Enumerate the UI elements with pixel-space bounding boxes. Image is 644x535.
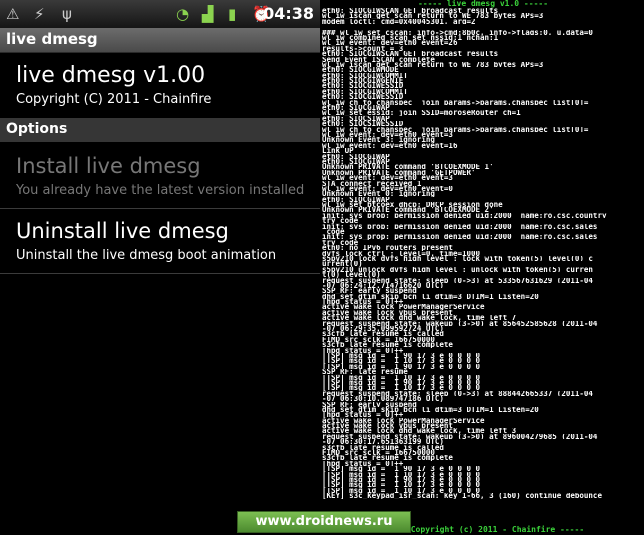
options-section-label: Options xyxy=(6,121,68,137)
log-line: init: sys_prop: permission denied uid:20… xyxy=(322,234,598,240)
log-line: [KEY] s3c_keypad_isr_scan: key 1-66, 3 (… xyxy=(322,493,602,499)
battery-icon: ▮ xyxy=(228,5,237,23)
log-line: init: sys_prop: permission denied uid:20… xyxy=(322,223,598,230)
wifi-icon: ◔ xyxy=(176,5,190,23)
app-screen: ⚠ ⚡ ψ ◔ ▟ ▮ ⏰ 04:38 live dmesg live dmes… xyxy=(0,0,320,535)
uninstall-option[interactable]: Uninstall live dmesg Uninstall the live … xyxy=(0,209,320,273)
status-bar: ⚠ ⚡ ψ ◔ ▟ ▮ ⏰ 04:38 xyxy=(0,0,320,28)
app-titlebar: live dmesg xyxy=(0,28,320,53)
uninstall-option-summary: Uninstall the live dmesg boot animation xyxy=(16,248,277,263)
log-line: init: sys_prop: permission denied uid:20… xyxy=(322,212,607,219)
usb-icon: ψ xyxy=(62,5,72,23)
install-option-title: Install live dmesg xyxy=(16,154,201,178)
options-section-header: Options xyxy=(0,118,320,142)
dmesg-console: ----- live dmesg v1.0 ----- eth0: SIOCGI… xyxy=(322,0,644,535)
header-copyright: Copyright (C) 2011 - Chainfire xyxy=(16,92,212,107)
log-header: ----- live dmesg v1.0 ----- xyxy=(417,0,549,8)
install-option-summary: You already have the latest version inst… xyxy=(16,183,305,198)
usb-debug-icon: ⚠ xyxy=(6,5,20,23)
header-title: live dmesg v1.00 xyxy=(16,63,206,88)
clock: 04:38 xyxy=(263,4,314,23)
install-option: Install live dmesg You already have the … xyxy=(0,142,320,208)
watermark-logo: www.droidnews.ru xyxy=(237,511,411,533)
signal-icon: ▟ xyxy=(202,5,214,23)
app-title: live dmesg xyxy=(6,30,98,48)
uninstall-option-title: Uninstall live dmesg xyxy=(16,219,229,243)
charging-icon: ⚡ xyxy=(34,5,45,23)
divider xyxy=(0,273,320,274)
log-output: eth0: SIOCGIWSCAN GET broadcast results w… xyxy=(322,8,644,499)
